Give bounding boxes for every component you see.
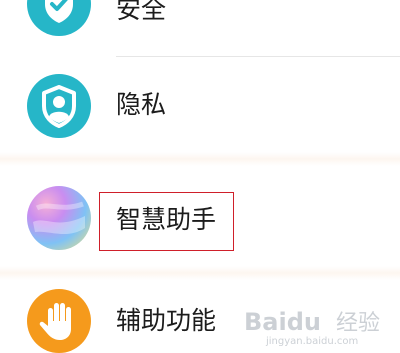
shield-check-icon xyxy=(27,0,91,36)
watermark-url: jingyan.baidu.com xyxy=(265,336,358,347)
section-separator xyxy=(0,152,400,166)
gradient-orb-icon xyxy=(27,186,91,250)
settings-item-security[interactable]: 安全 xyxy=(0,0,400,56)
settings-item-label: 安全 xyxy=(116,0,167,24)
hand-icon xyxy=(27,289,91,353)
watermark-brand-suffix: 经验 xyxy=(336,311,380,336)
settings-item-label: 辅助功能 xyxy=(116,306,217,335)
watermark-brand: Baidu xyxy=(244,308,321,336)
privacy-shield-person-icon xyxy=(27,74,91,138)
settings-item-label: 隐私 xyxy=(116,90,167,119)
settings-list: 安全 隐私 智慧助手 辅助功能 Baidu 经验 jingyan.baidu.c… xyxy=(0,0,400,353)
watermark: Baidu 经验 jingyan.baidu.com xyxy=(244,301,394,347)
section-separator xyxy=(0,266,400,280)
settings-item-privacy[interactable]: 隐私 xyxy=(0,57,400,157)
highlight-box xyxy=(99,192,234,251)
